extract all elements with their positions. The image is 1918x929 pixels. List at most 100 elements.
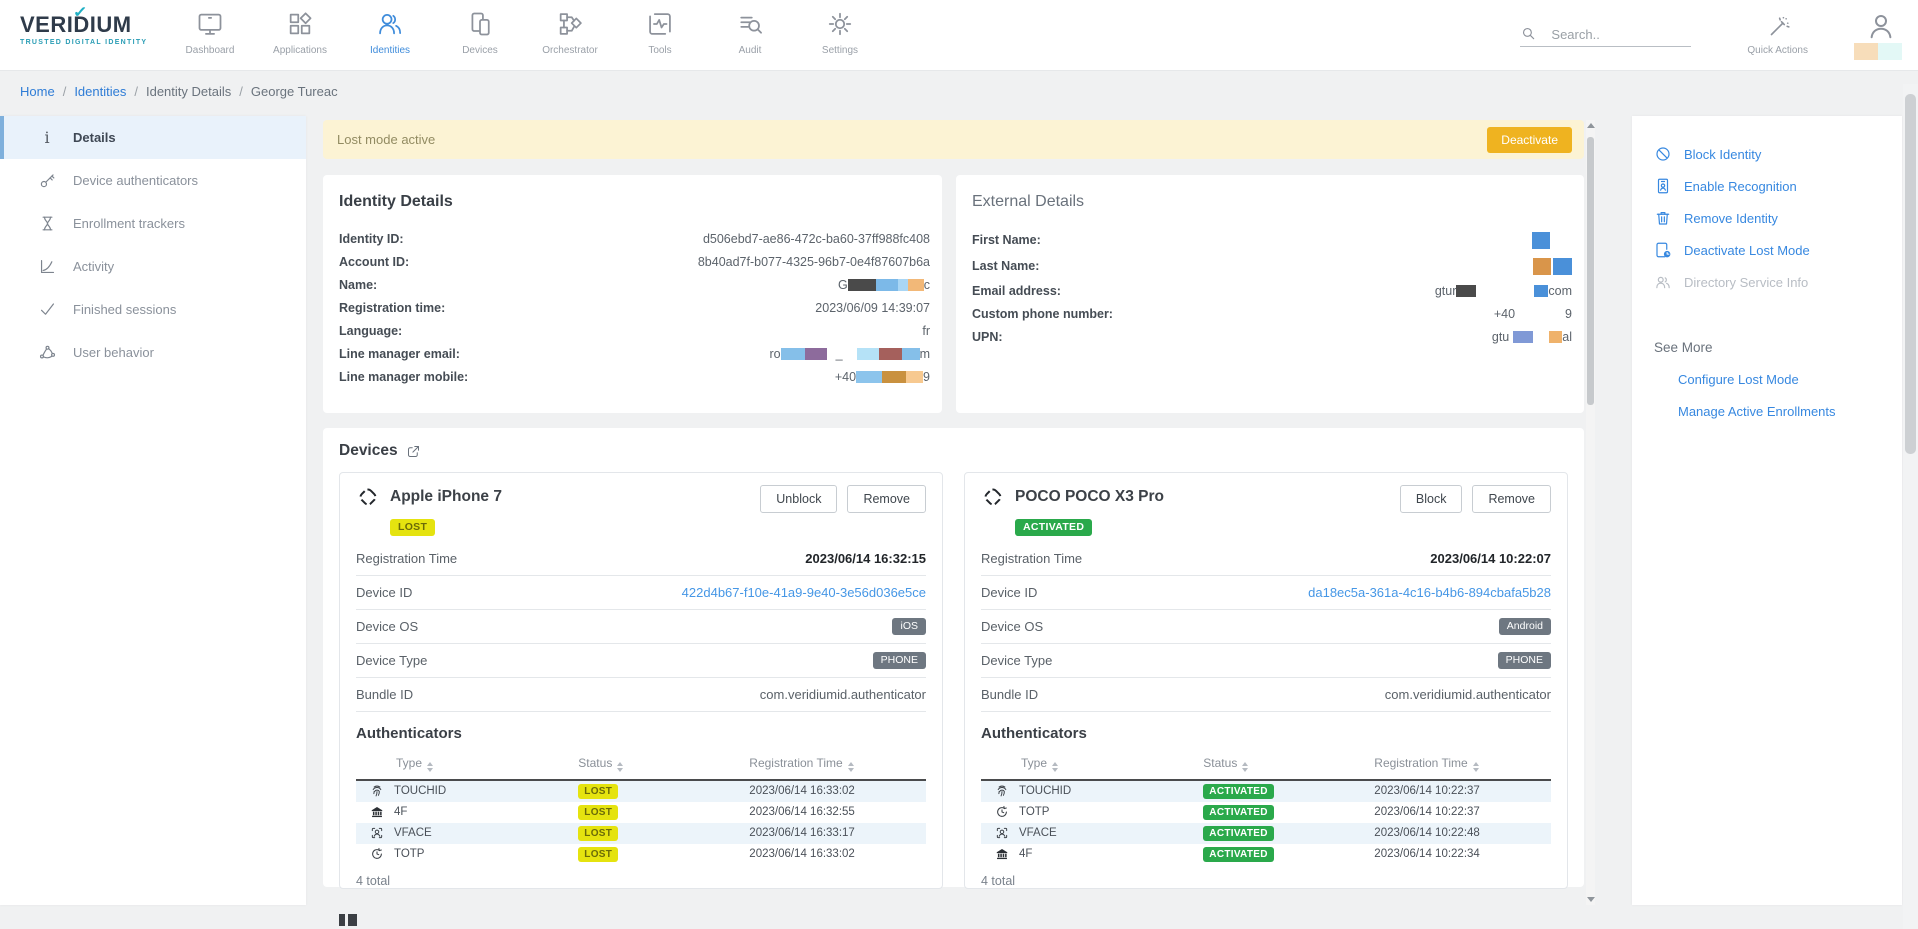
column-header-status[interactable]: Status <box>578 750 749 780</box>
sidebar-item-finished-sessions[interactable]: Finished sessions <box>0 288 306 331</box>
scroll-down-arrow[interactable] <box>1587 897 1595 902</box>
breadcrumb-home[interactable]: Home <box>20 84 55 99</box>
nav-dashboard[interactable]: Dashboard <box>165 6 255 56</box>
nav-identities[interactable]: Identities <box>345 6 435 56</box>
id-badge-icon <box>1654 177 1672 195</box>
authenticator-row[interactable]: TOUCHID LOST 2023/06/14 16:33:02 <box>356 780 926 802</box>
field-label: Device Type <box>981 653 1052 668</box>
link-configure-lost-mode[interactable]: Configure Lost Mode <box>1678 372 1902 387</box>
lost-mode-banner: Lost mode active Deactivate <box>323 120 1584 159</box>
audit-log-search-icon <box>736 10 764 38</box>
scroll-up-arrow[interactable] <box>1587 123 1595 128</box>
remove-device-button[interactable]: Remove <box>1472 485 1551 513</box>
authenticator-row[interactable]: VFACE ACTIVATED 2023/06/14 10:22:48 <box>981 823 1551 844</box>
field-label: Account ID: <box>339 255 409 269</box>
trash-icon <box>1654 209 1672 227</box>
search-box[interactable] <box>1520 25 1691 47</box>
next-section-clipped <box>339 914 357 926</box>
brand-checkmark-icon: ✓ <box>73 3 89 21</box>
nav-label: Dashboard <box>186 45 235 56</box>
column-header-type[interactable]: Type <box>981 750 1203 780</box>
four-fingers-icon <box>370 805 384 819</box>
field-label: Custom phone number: <box>972 307 1113 321</box>
nav-orchestrator[interactable]: Orchestrator <box>525 6 615 56</box>
authenticator-row[interactable]: TOUCHID ACTIVATED 2023/06/14 10:22:37 <box>981 780 1551 802</box>
field-label: Email address: <box>972 284 1061 298</box>
device-id-link[interactable]: 422d4b67-f10e-41a9-9e40-3e56d036e5ce <box>682 585 926 600</box>
sidebar-item-device-authenticators[interactable]: Device authenticators <box>0 159 306 202</box>
breadcrumb: Home / Identities / Identity Details / G… <box>20 84 338 99</box>
sidebar-item-details[interactable]: i Details <box>0 116 306 159</box>
search-icon[interactable] <box>1520 25 1537 42</box>
line-manager-mobile-row: Line manager mobile: +40 9 <box>339 365 930 388</box>
brand-tagline: TRUSTED DIGITAL IDENTITY <box>20 39 170 46</box>
breadcrumb-identity-details: Identity Details <box>146 84 231 99</box>
link-manage-active-enrollments[interactable]: Manage Active Enrollments <box>1678 404 1902 419</box>
nav-devices[interactable]: Devices <box>435 6 525 56</box>
column-header-type[interactable]: Type <box>356 750 578 780</box>
device-name: POCO POCO X3 Pro <box>1015 488 1164 506</box>
upn-redacted: gtu al <box>1492 330 1572 344</box>
bundle-id-value: com.veridiumid.authenticator <box>1385 687 1551 702</box>
action-label: Deactivate Lost Mode <box>1684 243 1810 258</box>
main-content: Lost mode active Deactivate Identity Det… <box>323 120 1584 887</box>
nav-tools[interactable]: Tools <box>615 6 705 56</box>
action-block-identity[interactable]: Block Identity <box>1654 138 1902 170</box>
sidebar-item-activity[interactable]: Activity <box>0 245 306 288</box>
device-registration-time-value: 2023/06/14 10:22:07 <box>1430 551 1551 566</box>
column-header-status[interactable]: Status <box>1203 750 1374 780</box>
external-details-panel: External Details First Name: Last Name: … <box>956 175 1584 413</box>
nav-audit[interactable]: Audit <box>705 6 795 56</box>
scrollbar-thumb[interactable] <box>1587 137 1594 405</box>
nav-settings[interactable]: Settings <box>795 6 885 56</box>
authenticator-row[interactable]: 4F LOST 2023/06/14 16:32:55 <box>356 802 926 823</box>
authenticator-row[interactable]: VFACE LOST 2023/06/14 16:33:17 <box>356 823 926 844</box>
field-label: Device ID <box>356 585 412 600</box>
sidebar-item-user-behavior[interactable]: User behavior <box>0 331 306 374</box>
check-icon <box>37 300 57 320</box>
sidebar-item-enrollment-trackers[interactable]: Enrollment trackers <box>0 202 306 245</box>
column-header-registration-time[interactable]: Registration Time <box>749 750 926 780</box>
status-badge: LOST <box>578 826 618 841</box>
page-scrollbar[interactable] <box>1903 84 1918 929</box>
totp-clock-icon <box>995 805 1009 819</box>
search-input[interactable] <box>1551 27 1691 42</box>
block-device-button[interactable]: Block <box>1400 485 1463 513</box>
identity-id-row: Identity ID: d506ebd7-ae86-472c-ba60-37f… <box>339 227 930 250</box>
sidebar-item-label: Finished sessions <box>73 302 176 317</box>
breadcrumb-identities[interactable]: Identities <box>74 84 126 99</box>
content-scrollbar[interactable] <box>1586 120 1595 905</box>
unblock-device-button[interactable]: Unblock <box>760 485 837 513</box>
tools-pulse-icon <box>646 10 674 38</box>
authenticator-row[interactable]: TOTP ACTIVATED 2023/06/14 10:22:37 <box>981 802 1551 823</box>
device-type-row: Device Type PHONE <box>981 644 1551 678</box>
column-header-registration-time[interactable]: Registration Time <box>1374 750 1551 780</box>
first-name-redacted <box>1532 232 1550 249</box>
authenticator-row[interactable]: 4F ACTIVATED 2023/06/14 10:22:34 <box>981 844 1551 865</box>
field-label: Registration Time <box>356 551 457 566</box>
main-nav: Dashboard Applications Identities Device… <box>165 6 885 56</box>
language-row: Language: fr <box>339 319 930 342</box>
deactivate-lost-mode-button[interactable]: Deactivate <box>1487 127 1572 153</box>
remove-device-button[interactable]: Remove <box>847 485 926 513</box>
user-menu[interactable] <box>1854 11 1902 60</box>
page-scrollbar-thumb[interactable] <box>1905 94 1916 454</box>
action-directory-service-info[interactable]: Directory Service Info <box>1654 266 1902 298</box>
nav-applications[interactable]: Applications <box>255 6 345 56</box>
field-label: Registration time: <box>339 301 445 315</box>
external-link-icon[interactable] <box>406 444 421 459</box>
gear-icon <box>826 10 854 38</box>
quick-actions-button[interactable]: Quick Actions <box>1747 15 1808 56</box>
email-redacted: gtur com <box>1435 284 1572 298</box>
authenticator-row[interactable]: TOTP LOST 2023/06/14 16:33:02 <box>356 844 926 865</box>
action-enable-recognition[interactable]: Enable Recognition <box>1654 170 1902 202</box>
veridium-logo[interactable]: VERIDIUM✓ TRUSTED DIGITAL IDENTITY <box>20 12 170 46</box>
custom-phone-row: Custom phone number: +40 9 <box>972 302 1572 325</box>
device-id-link[interactable]: da18ec5a-361a-4c16-b4b6-894cbafa5b28 <box>1308 585 1551 600</box>
identity-id-value: d506ebd7-ae86-472c-ba60-37ff988fc408 <box>703 232 930 246</box>
device-os-row: Device OS iOS <box>356 610 926 644</box>
action-remove-identity[interactable]: Remove Identity <box>1654 202 1902 234</box>
nav-label: Tools <box>648 45 671 56</box>
last-name-redacted <box>1533 258 1572 275</box>
action-deactivate-lost-mode[interactable]: Deactivate Lost Mode <box>1654 234 1902 266</box>
